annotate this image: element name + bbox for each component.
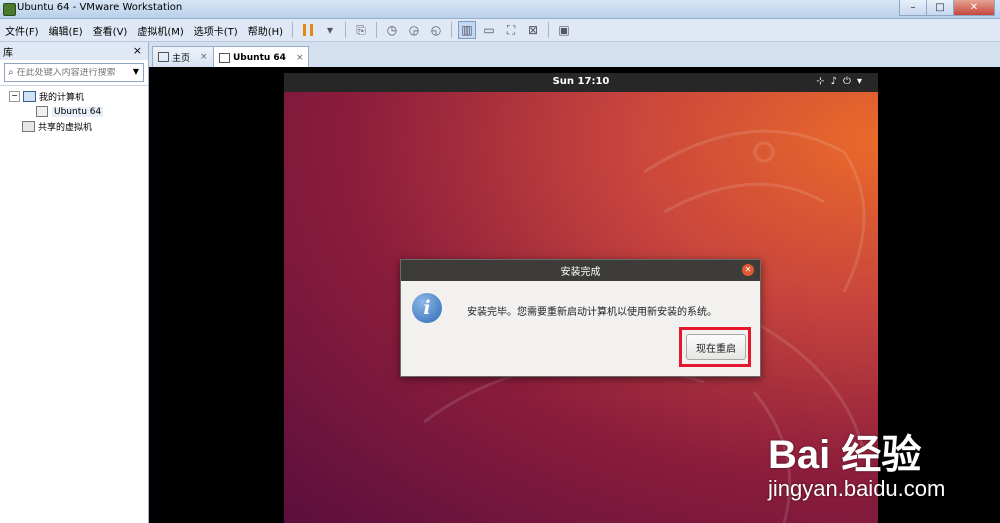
menu-help[interactable]: 帮助(H) [243,23,288,38]
tab-close-icon[interactable]: × [296,53,304,63]
window-title: Ubuntu 64 - VMware Workstation [17,2,183,13]
dialog-close-icon[interactable]: ✕ [742,264,754,276]
restart-now-button[interactable]: 现在重启 [686,334,746,360]
vmware-app-icon [3,3,16,16]
menu-edit[interactable]: 编辑(E) [44,23,88,38]
vm-tab-icon [219,52,230,63]
tab-label: Ubuntu 64 [233,52,286,63]
home-icon [158,52,169,62]
snapshot-revert-icon[interactable]: ◶ [405,21,423,39]
library-search: ⌕ ▼ [4,63,144,82]
library-search-input[interactable] [16,67,125,78]
vm-icon [36,106,48,117]
snapshot-take-icon[interactable]: ◷ [383,21,401,39]
install-complete-dialog: 安装完成 ✕ i 安装完毕。您需要重新启动计算机以使用新安装的系统。 现在重启 [400,259,761,377]
tab-bar: 主页 × Ubuntu 64 × [149,42,1000,68]
gnome-top-bar: Sun 17:10 ⊹♪⏻▾ [284,73,878,92]
volume-icon: ♪ [830,76,844,87]
power-icon: ⏻ [843,76,857,87]
search-icon: ⌕ [8,67,14,78]
fullscreen-icon[interactable]: ⛶ [502,21,520,39]
toolbar-separator [451,22,453,38]
library-tree: − 我的计算机 Ubuntu 64 共享的虚拟机 [0,85,148,134]
shared-vm-icon [22,121,35,132]
pause-vm-button[interactable] [299,21,317,39]
menu-view[interactable]: 查看(V) [88,23,133,38]
library-header: 库 × [0,42,148,60]
menu-vm[interactable]: 虚拟机(M) [132,23,188,38]
snapshot-manager-icon[interactable]: ◵ [427,21,445,39]
window-controls: – □ ✕ [899,0,995,16]
pause-icon [303,24,314,36]
menubar: 文件(F) 编辑(E) 查看(V) 虚拟机(M) 选项卡(T) 帮助(H) ▾ … [0,19,1000,42]
collapse-icon[interactable]: − [9,91,20,102]
library-panel: 库 × ⌕ ▼ − 我的计算机 Ubuntu 64 共享的虚拟机 [0,42,149,523]
tree-item-ubuntu-64[interactable]: Ubuntu 64 [0,104,148,119]
toolbar-separator [345,22,347,38]
clock[interactable]: Sun 17:10 [284,76,878,87]
network-icon: ⊹ [816,76,831,87]
window-titlebar: Ubuntu 64 - VMware Workstation – □ ✕ [0,0,1000,19]
computer-icon [23,91,36,102]
tree-item-my-computer[interactable]: − 我的计算机 [0,89,148,104]
tree-item-shared-vms[interactable]: 共享的虚拟机 [0,119,148,134]
tree-label: Ubuntu 64 [52,106,104,117]
chevron-down-icon: ▾ [856,76,868,87]
info-icon: i [412,293,442,323]
tree-label: 共享的虚拟机 [38,123,93,133]
dialog-message: 安装完毕。您需要重新启动计算机以使用新安装的系统。 [467,307,717,318]
tree-label: 我的计算机 [39,93,85,103]
dialog-titlebar: 安装完成 ✕ [401,260,760,281]
library-title: 库 [3,47,13,59]
send-ctrl-alt-del-icon[interactable]: ⎘ [352,21,370,39]
toolbar-separator [376,22,378,38]
watermark-url: jingyan.baidu.com [768,476,946,501]
maximize-button[interactable]: □ [926,0,954,16]
toolbar-separator [292,22,294,38]
show-library-icon[interactable]: ▥ [458,21,477,39]
toolbar-separator [548,22,550,38]
console-view-icon[interactable]: ▣ [555,21,573,39]
menu-tabs[interactable]: 选项卡(T) [189,23,243,38]
search-dropdown-icon[interactable]: ▼ [133,67,139,76]
library-close-icon[interactable]: × [133,44,142,57]
baidu-watermark: Bai 经验 jingyan.baidu.com [768,414,994,518]
show-thumbnail-icon[interactable]: ▭ [480,21,498,39]
minimize-button[interactable]: – [899,0,927,16]
tab-close-icon[interactable]: × [200,52,208,62]
tab-ubuntu-64[interactable]: Ubuntu 64 × [213,46,310,68]
menu-file[interactable]: 文件(F) [0,23,44,38]
unity-icon[interactable]: ⊠ [524,21,542,39]
tab-label: 主页 [172,53,191,64]
power-dropdown-button[interactable]: ▾ [321,21,339,39]
tab-home[interactable]: 主页 × [152,46,214,67]
system-tray[interactable]: ⊹♪⏻▾ [816,76,868,87]
close-window-button[interactable]: ✕ [953,0,995,16]
watermark-logo: Bai 经验 [768,433,922,477]
dialog-title: 安装完成 [560,267,601,278]
